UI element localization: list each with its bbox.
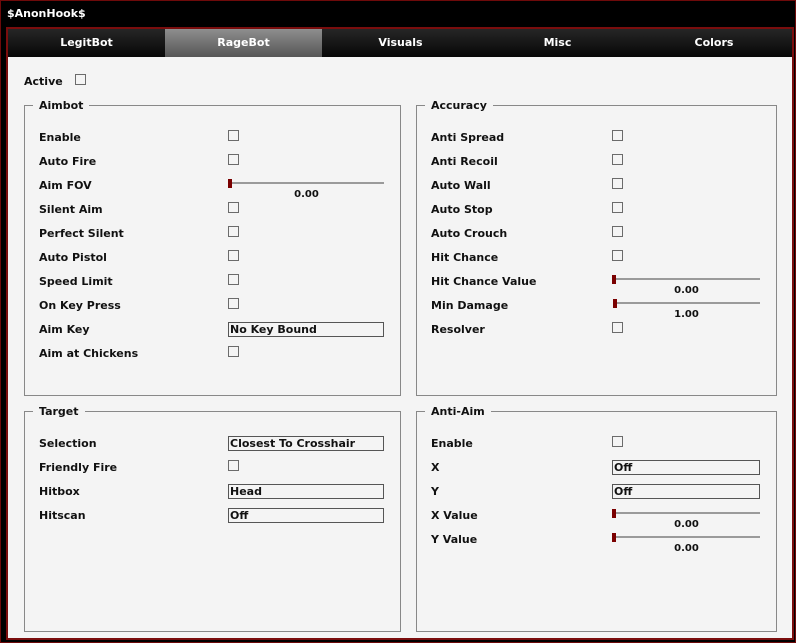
min-damage-slider-handle[interactable] xyxy=(613,299,617,308)
aimbot-group: Aimbot Enable Auto Fire Aim FOV 0.00 Sil… xyxy=(24,99,401,396)
hit-chance-slider-handle[interactable] xyxy=(612,275,616,284)
speed-limit-label: Speed Limit xyxy=(39,275,113,288)
y-value-value: 0.00 xyxy=(674,543,699,554)
silent-aim-label: Silent Aim xyxy=(39,203,103,216)
aim-key-field[interactable]: No Key Bound xyxy=(228,322,384,337)
auto-stop-checkbox[interactable] xyxy=(612,202,623,213)
aim-fov-value: 0.00 xyxy=(294,189,319,200)
aim-fov-slider-track[interactable] xyxy=(229,182,384,184)
aim-fov-label: Aim FOV xyxy=(39,179,92,192)
aimbot-enable-label: Enable xyxy=(39,131,81,144)
friendly-fire-label: Friendly Fire xyxy=(39,461,118,474)
auto-pistol-label: Auto Pistol xyxy=(39,251,107,264)
auto-wall-checkbox[interactable] xyxy=(612,178,623,189)
anti-aim-y-label: Y xyxy=(431,485,439,498)
x-value-slider-track[interactable] xyxy=(613,512,760,514)
anti-recoil-label: Anti Recoil xyxy=(431,155,498,168)
title-bar[interactable]: $AnonHook$ xyxy=(1,1,795,27)
auto-pistol-checkbox[interactable] xyxy=(228,250,239,261)
min-damage-slider-track[interactable] xyxy=(613,302,760,304)
anti-aim-group-title: Anti-Aim xyxy=(425,405,491,418)
aimbot-group-title: Aimbot xyxy=(33,99,90,112)
aimbot-enable-checkbox[interactable] xyxy=(228,130,239,141)
anti-aim-group: Anti-Aim Enable X Off Y Off X Value 0.00… xyxy=(416,405,777,632)
friendly-fire-checkbox[interactable] xyxy=(228,460,239,471)
x-value-slider-handle[interactable] xyxy=(612,509,616,518)
tab-legitbot[interactable]: LegitBot xyxy=(8,29,165,57)
selection-field[interactable]: Closest To Crosshair xyxy=(228,436,384,451)
speed-limit-checkbox[interactable] xyxy=(228,274,239,285)
tab-visuals[interactable]: Visuals xyxy=(322,29,479,57)
hitscan-field[interactable]: Off xyxy=(228,508,384,523)
on-key-press-label: On Key Press xyxy=(39,299,121,312)
silent-aim-checkbox[interactable] xyxy=(228,202,239,213)
anti-aim-enable-label: Enable xyxy=(431,437,473,450)
min-damage-label: Min Damage xyxy=(431,299,509,312)
auto-fire-label: Auto Fire xyxy=(39,155,97,168)
hitbox-field[interactable]: Head xyxy=(228,484,384,499)
on-key-press-checkbox[interactable] xyxy=(228,298,239,309)
target-group: Target Selection Closest To Crosshair Fr… xyxy=(24,405,401,632)
resolver-checkbox[interactable] xyxy=(612,322,623,333)
y-value-label: Y Value xyxy=(431,533,478,546)
selection-label: Selection xyxy=(39,437,97,450)
hit-chance-label: Hit Chance xyxy=(431,251,499,264)
cheat-menu-window: $AnonHook$ LegitBot RageBot Visuals Misc… xyxy=(0,0,796,643)
anti-aim-y-field[interactable]: Off xyxy=(612,484,760,499)
active-checkbox[interactable] xyxy=(75,74,86,85)
perfect-silent-checkbox[interactable] xyxy=(228,226,239,237)
aim-key-label: Aim Key xyxy=(39,323,90,336)
anti-spread-label: Anti Spread xyxy=(431,131,505,144)
y-value-slider-handle[interactable] xyxy=(612,533,616,542)
x-value-label: X Value xyxy=(431,509,478,522)
anti-aim-x-field[interactable]: Off xyxy=(612,460,760,475)
y-value-slider-track[interactable] xyxy=(613,536,760,538)
hit-chance-value-label: Hit Chance Value xyxy=(431,275,537,288)
resolver-label: Resolver xyxy=(431,323,485,336)
active-label: Active xyxy=(24,75,63,88)
anti-recoil-checkbox[interactable] xyxy=(612,154,623,165)
hit-chance-slider-track[interactable] xyxy=(613,278,760,280)
anti-aim-x-label: X xyxy=(431,461,440,474)
hit-chance-value: 0.00 xyxy=(674,285,699,296)
hitbox-label: Hitbox xyxy=(39,485,80,498)
window-title: $AnonHook$ xyxy=(7,7,86,20)
aim-chickens-checkbox[interactable] xyxy=(228,346,239,357)
tab-colors[interactable]: Colors xyxy=(636,29,792,57)
auto-crouch-checkbox[interactable] xyxy=(612,226,623,237)
tab-bar: LegitBot RageBot Visuals Misc Colors xyxy=(8,29,792,57)
auto-stop-label: Auto Stop xyxy=(431,203,493,216)
aim-chickens-label: Aim at Chickens xyxy=(39,347,139,360)
menu-frame: LegitBot RageBot Visuals Misc Colors Act… xyxy=(6,27,794,640)
hit-chance-checkbox[interactable] xyxy=(612,250,623,261)
x-value-value: 0.00 xyxy=(674,519,699,530)
tab-ragebot[interactable]: RageBot xyxy=(165,29,322,57)
ragebot-panel: Active Aimbot Enable Auto Fire Aim FOV 0… xyxy=(8,57,792,638)
accuracy-group-title: Accuracy xyxy=(425,99,493,112)
perfect-silent-label: Perfect Silent xyxy=(39,227,124,240)
anti-spread-checkbox[interactable] xyxy=(612,130,623,141)
accuracy-group: Accuracy Anti Spread Anti Recoil Auto Wa… xyxy=(416,99,777,396)
auto-fire-checkbox[interactable] xyxy=(228,154,239,165)
min-damage-value: 1.00 xyxy=(674,309,699,320)
anti-aim-enable-checkbox[interactable] xyxy=(612,436,623,447)
auto-crouch-label: Auto Crouch xyxy=(431,227,508,240)
target-group-title: Target xyxy=(33,405,85,418)
tab-misc[interactable]: Misc xyxy=(479,29,636,57)
auto-wall-label: Auto Wall xyxy=(431,179,491,192)
aim-fov-slider-handle[interactable] xyxy=(228,179,232,188)
hitscan-label: Hitscan xyxy=(39,509,86,522)
